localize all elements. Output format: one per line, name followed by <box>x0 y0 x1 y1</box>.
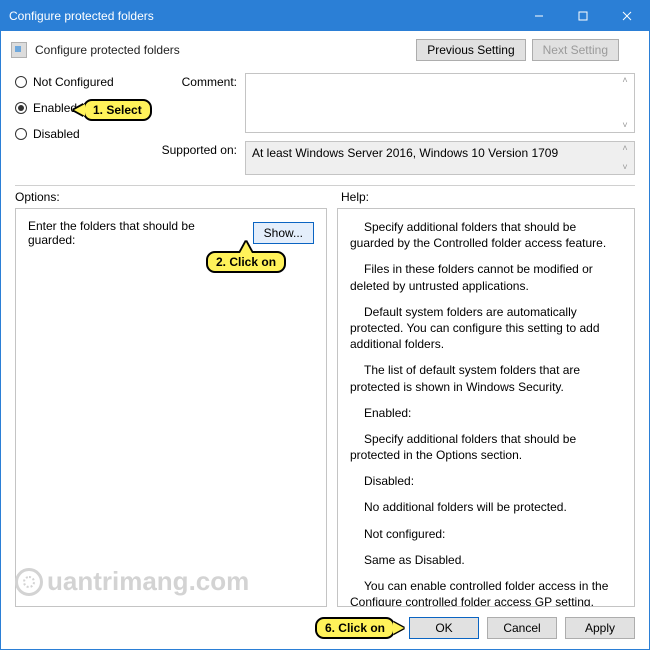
section-labels: Options: Help: <box>1 186 649 206</box>
supported-row: Supported on: At least Windows Server 20… <box>157 141 635 175</box>
window-controls <box>517 1 649 31</box>
radio-dot <box>15 128 27 140</box>
scroll-icon: ˄˅ <box>618 144 632 172</box>
policy-name: Configure protected folders <box>35 43 408 57</box>
help-text: Default system folders are automatically… <box>350 304 622 353</box>
supported-on-box: At least Windows Server 2016, Windows 10… <box>245 141 635 175</box>
callout-click-show: 2. Click on <box>206 251 286 273</box>
lower-panes: Enter the folders that should be guarded… <box>1 206 649 611</box>
help-text: Files in these folders cannot be modifie… <box>350 261 622 293</box>
callout-select: 1. Select <box>83 99 152 121</box>
show-button[interactable]: Show... <box>253 222 314 244</box>
policy-icon <box>11 42 27 58</box>
guarded-folders-option: Enter the folders that should be guarded… <box>28 219 314 247</box>
radio-label: Not Configured <box>33 75 114 89</box>
help-text: No additional folders will be protected. <box>350 499 622 515</box>
gpo-editor-window: Configure protected folders Configure pr… <box>0 0 650 650</box>
nav-buttons: Previous Setting Next Setting <box>416 39 619 61</box>
comment-label: Comment: <box>157 73 237 89</box>
help-text: You can enable controlled folder access … <box>350 578 622 607</box>
supported-label: Supported on: <box>157 141 237 157</box>
footer-bar: 6. Click on OK Cancel Apply <box>1 611 649 649</box>
options-pane: Enter the folders that should be guarded… <box>15 208 327 607</box>
titlebar[interactable]: Configure protected folders <box>1 1 649 31</box>
maximize-button[interactable] <box>561 1 605 31</box>
option-prompt: Enter the folders that should be guarded… <box>28 219 245 247</box>
radio-disabled[interactable]: Disabled <box>15 127 145 141</box>
cancel-button[interactable]: Cancel <box>487 617 557 639</box>
help-text: Same as Disabled. <box>350 552 622 568</box>
help-text: Disabled: <box>350 473 622 489</box>
radio-not-configured[interactable]: Not Configured <box>15 75 145 89</box>
help-text: Specify additional folders that should b… <box>350 431 622 463</box>
radio-label: Enabled <box>33 101 77 115</box>
window-title: Configure protected folders <box>9 9 517 23</box>
help-text: The list of default system folders that … <box>350 362 622 394</box>
help-text: Not configured: <box>350 526 622 542</box>
state-and-fields: Not Configured Enabled Disabled Comment:… <box>1 67 649 179</box>
comment-row: Comment: ˄˅ <box>157 73 635 133</box>
ok-button[interactable]: OK <box>409 617 479 639</box>
options-heading: Options: <box>15 190 325 204</box>
state-radios: Not Configured Enabled Disabled <box>15 73 145 175</box>
supported-value: At least Windows Server 2016, Windows 10… <box>252 146 558 160</box>
help-text: Enabled: <box>350 405 622 421</box>
help-heading: Help: <box>341 190 635 204</box>
field-column: Comment: ˄˅ Supported on: At least Windo… <box>157 73 635 175</box>
radio-label: Disabled <box>33 127 80 141</box>
close-button[interactable] <box>605 1 649 31</box>
radio-dot-selected <box>15 102 27 114</box>
help-pane[interactable]: Specify additional folders that should b… <box>337 208 635 607</box>
header-row: Configure protected folders Previous Set… <box>1 31 649 67</box>
radio-dot <box>15 76 27 88</box>
apply-button[interactable]: Apply <box>565 617 635 639</box>
callout-click-ok: 6. Click on <box>315 617 395 639</box>
scroll-icon: ˄˅ <box>618 76 632 130</box>
help-text: Specify additional folders that should b… <box>350 219 622 251</box>
comment-textarea[interactable]: ˄˅ <box>245 73 635 133</box>
next-setting-button: Next Setting <box>532 39 619 61</box>
minimize-button[interactable] <box>517 1 561 31</box>
previous-setting-button[interactable]: Previous Setting <box>416 39 525 61</box>
